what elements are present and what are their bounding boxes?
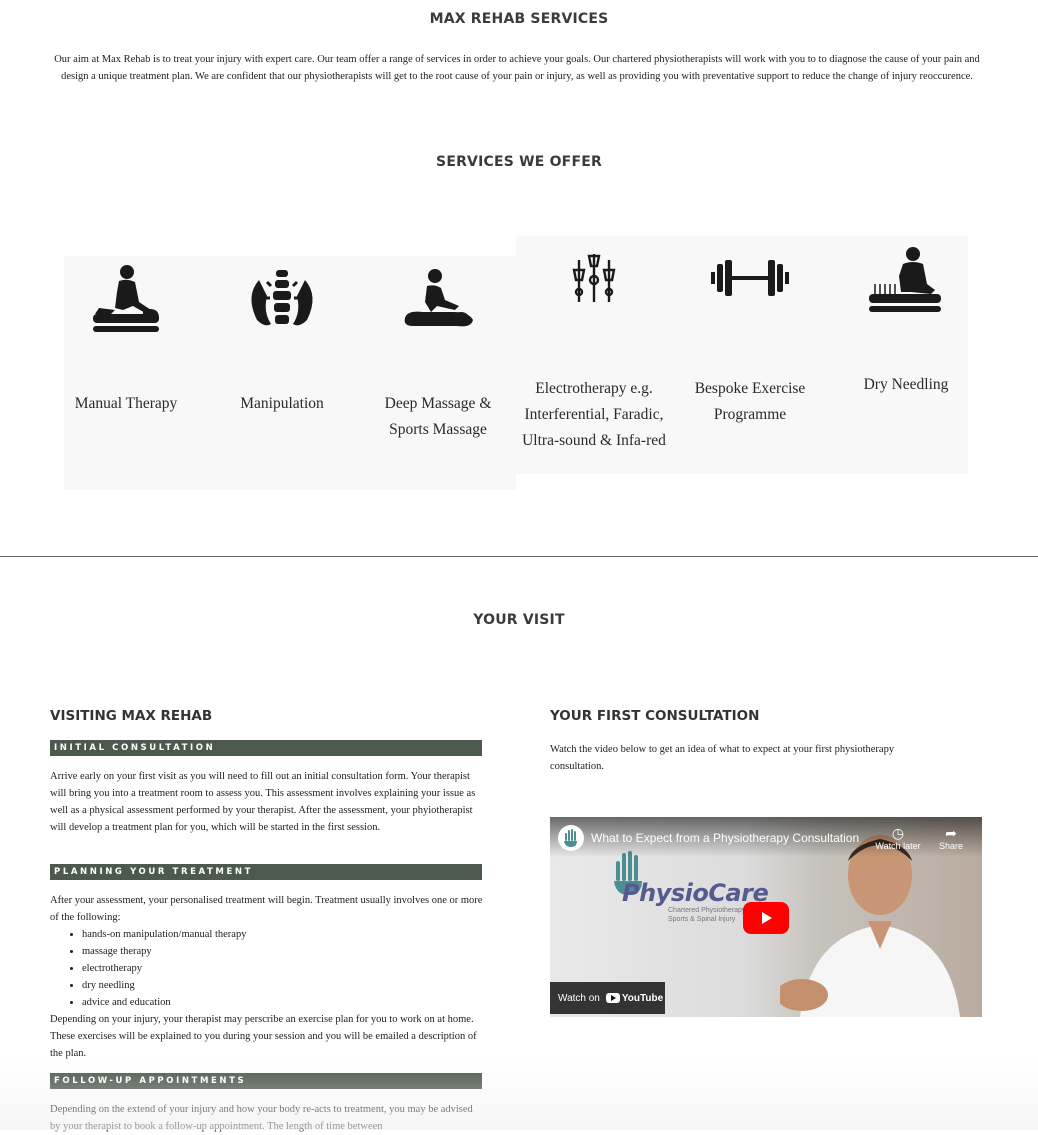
section-divider (0, 556, 1038, 557)
video-title[interactable]: What to Expect from a Physiotherapy Cons… (591, 831, 859, 845)
service-label: Dry Needling (863, 376, 949, 393)
planning-treatment-bar: PLANNING YOUR TREATMENT (50, 864, 482, 880)
visiting-heading: VISITING MAX REHAB (50, 708, 213, 724)
first-consultation-text: Watch the video below to get an idea of … (550, 744, 895, 772)
intro-paragraph: Our aim at Max Rehab is to treat your in… (54, 54, 980, 82)
list-item: massage therapy (82, 943, 484, 960)
massage-icon (404, 269, 473, 327)
services-grid: Manual Therapy Manipulation Deep Massage… (64, 236, 968, 490)
electrodes-icon (572, 254, 616, 302)
list-item: dry needling (82, 977, 484, 994)
service-manipulation: Manipulation (207, 262, 357, 417)
play-icon (762, 912, 772, 924)
share-icon: ➦ (945, 825, 957, 841)
share-button[interactable]: ➦ Share (926, 825, 976, 851)
page-title: MAX REHAB SERVICES (429, 11, 609, 27)
services-title: SERVICES WE OFFER (436, 154, 602, 170)
list-item: electrotherapy (82, 960, 484, 977)
visit-title: YOUR VISIT (473, 612, 565, 628)
first-consultation-heading: YOUR FIRST CONSULTATION (550, 708, 760, 724)
spine-hands-icon (251, 270, 313, 326)
service-label: Deep Massage & Sports Massage (384, 395, 492, 438)
list-item: advice and education (82, 994, 484, 1011)
watch-on-youtube[interactable]: Watch on YouTube (550, 982, 665, 1014)
service-label: Bespoke Exercise Programme (694, 380, 806, 423)
service-exercise: Bespoke Exercise Programme (675, 248, 825, 428)
youtube-logo: YouTube (605, 993, 663, 1004)
service-label: Electrotherapy e.g. Interferential, Fara… (522, 380, 666, 449)
planning-treatment-text: After your assessment, your personalised… (50, 892, 484, 1062)
service-dry-needling: Dry Needling (831, 244, 981, 398)
play-button[interactable] (743, 902, 789, 934)
service-massage: Deep Massage & Sports Massage (363, 262, 513, 443)
service-electrotherapy: Electrotherapy e.g. Interferential, Fara… (519, 248, 669, 454)
service-manual-therapy: Manual Therapy (51, 262, 201, 417)
service-label: Manipulation (240, 395, 324, 412)
manual-therapy-icon (93, 265, 159, 332)
watch-later-button[interactable]: ◷ Watch later (873, 825, 923, 851)
barbell-icon (711, 260, 789, 296)
initial-consultation-bar: INITIAL CONSULTATION (50, 740, 482, 756)
service-label: Manual Therapy (74, 395, 178, 412)
follow-up-bar: FOLLOW-UP APPOINTMENTS (50, 1073, 482, 1089)
channel-avatar[interactable] (558, 825, 584, 851)
video-embed[interactable]: PhysioCare Chartered Physiotherapy Sport… (550, 817, 982, 1017)
brand-subtitle: Chartered Physiotherapy Sports & Spinal … (668, 907, 746, 923)
clock-icon: ◷ (891, 825, 905, 841)
initial-consultation-text: Arrive early on your first visit as you … (50, 771, 476, 833)
needling-icon (869, 247, 941, 312)
list-item: hands-on manipulation/manual therapy (82, 926, 484, 943)
treatment-list: hands-on manipulation/manual therapy mas… (50, 926, 484, 1011)
